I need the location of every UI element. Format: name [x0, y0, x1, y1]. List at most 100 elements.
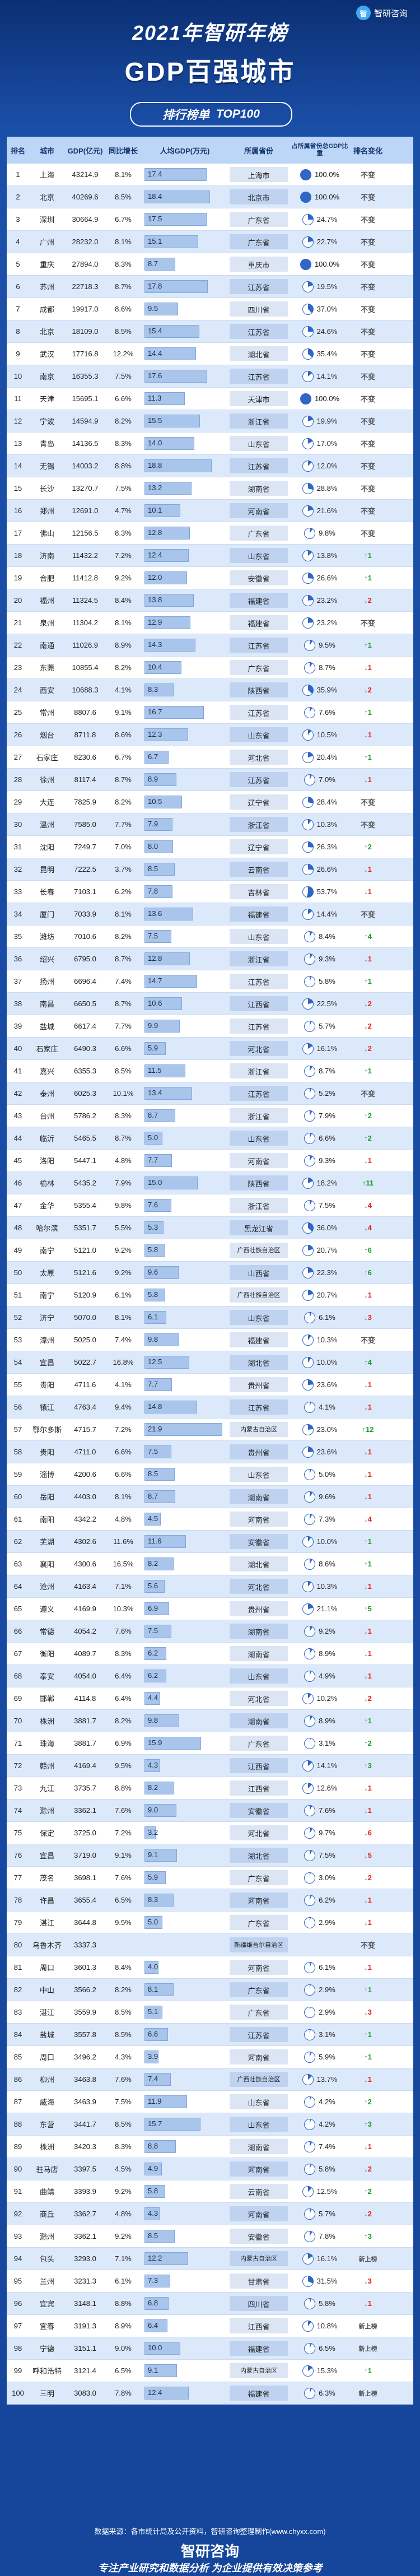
- share-cell: 7.3%: [289, 1513, 351, 1525]
- rank-cell: 20: [13, 596, 22, 605]
- per-capita-cell: 7.8: [141, 881, 228, 903]
- per-capita-value: 14.3: [148, 640, 162, 649]
- share-cell: 2.9%: [289, 2006, 351, 2018]
- share-value: 10.0%: [316, 1358, 338, 1366]
- per-capita-value: 9.1: [148, 2366, 158, 2374]
- per-capita-value: 17.5: [148, 215, 162, 223]
- growth-cell: 8.2%: [115, 1986, 132, 1994]
- province-cell: 江西省: [228, 1777, 289, 1799]
- share-cell: 23.0%: [289, 1424, 351, 1435]
- rank-change-cell: 新上榜: [358, 2390, 377, 2397]
- table-row: 1 上海 43214.9 8.1% 17.4 上海市 100.0% 不变: [7, 164, 413, 186]
- share-cell: 5.8%: [289, 975, 351, 987]
- gdp-cell: 3559.9: [74, 2008, 96, 2016]
- ranking-table: 1 上海 43214.9 8.1% 17.4 上海市 100.0% 不变 2 北京 40269.6 8…: [7, 164, 413, 2405]
- province-cell: 安徽省: [228, 1531, 289, 1552]
- per-capita-cell: 13.6: [141, 903, 228, 925]
- share-value: 35.4%: [316, 350, 338, 358]
- province-cell: 浙江省: [228, 410, 289, 432]
- share-pie: [304, 953, 316, 965]
- province-cell: 江西省: [228, 993, 289, 1015]
- share-cell: 10.2%: [289, 1692, 351, 1704]
- rank-change-cell: ↓1: [364, 663, 372, 672]
- growth-cell: 6.4%: [115, 1694, 132, 1703]
- table-row: 42 泰州 6025.3 10.1% 13.4 江苏省 5.2% 不变: [7, 1082, 413, 1105]
- per-capita-cell: 12.0: [141, 567, 228, 589]
- per-capita-cell: 10.4: [141, 657, 228, 678]
- rank-change-cell: ↓1: [364, 1672, 372, 1680]
- gdp-cell: 7222.5: [74, 865, 96, 873]
- growth-cell: 8.2%: [115, 417, 132, 425]
- per-capita-value: 15.9: [148, 1738, 162, 1747]
- province-name: 云南省: [248, 2188, 270, 2197]
- province-name: 江苏省: [248, 1090, 270, 1099]
- share-pie: [302, 572, 314, 584]
- share-value: 23.6%: [316, 1380, 338, 1389]
- rank-change-cell: ↑11: [362, 1179, 374, 1187]
- rank-cell: 44: [13, 1134, 22, 1142]
- province-cell: 河北省: [228, 1687, 289, 1709]
- gdp-cell: 14594.9: [72, 417, 99, 425]
- city-cell: 长沙: [39, 485, 54, 493]
- table-row: 36 绍兴 6795.0 8.7% 12.8 浙江省 9.3% ↓1: [7, 948, 413, 970]
- share-pie: [304, 1894, 316, 1906]
- per-capita-value: 9.9: [148, 1021, 158, 1030]
- province-name: 江苏省: [248, 978, 270, 987]
- rank-change-cell: ↓1: [364, 2299, 372, 2308]
- province-cell: 贵州省: [228, 1598, 289, 1620]
- per-capita-cell: 6.2: [141, 1665, 228, 1687]
- gdp-cell: 3881.7: [74, 1739, 96, 1747]
- share-cell: 7.6%: [289, 706, 351, 718]
- share-pie: [304, 1984, 316, 1996]
- province-cell: 江苏省: [228, 320, 289, 342]
- gdp-cell: 4169.9: [74, 1605, 96, 1613]
- rank-cell: 40: [13, 1044, 22, 1053]
- per-capita-cell: 7.5: [141, 926, 228, 947]
- per-capita-value: 17.6: [148, 371, 162, 380]
- share-value: 7.6%: [319, 708, 335, 717]
- per-capita-value: 15.1: [148, 237, 162, 245]
- share-pie: [304, 1917, 316, 1928]
- province-cell: 山东省: [228, 1463, 289, 1485]
- gdp-cell: 6696.4: [74, 977, 96, 985]
- per-capita-cell: 7.7: [141, 1150, 228, 1171]
- table-row: 79 湛江 3644.8 9.5% 5.0 广东省 2.9% ↓1: [7, 1912, 413, 1934]
- table-row: 58 贵阳 4711.0 6.6% 7.5 贵州省 23.6% ↓1: [7, 1441, 413, 1463]
- province-cell: 内蒙古自治区: [228, 2360, 289, 2382]
- gdp-cell: 22718.3: [72, 282, 99, 291]
- table-row: 73 九江 3735.7 8.8% 8.2 江西省 12.6% ↓1: [7, 1777, 413, 1800]
- per-capita-value: 14.4: [148, 349, 162, 357]
- rank-change-cell: ↑1: [364, 2053, 372, 2061]
- growth-cell: 7.6%: [115, 1806, 132, 1815]
- gdp-cell: 13270.7: [72, 484, 99, 492]
- province-cell: 广东省: [228, 1912, 289, 1933]
- share-value: 14.1%: [316, 1761, 338, 1770]
- rank-cell: 61: [13, 1515, 22, 1523]
- rank-cell: 32: [13, 865, 22, 873]
- growth-cell: 8.5%: [115, 327, 132, 336]
- share-cell: 22.5%: [289, 998, 351, 1010]
- share-pie: [302, 1760, 314, 1771]
- share-value: 100.0%: [314, 193, 340, 201]
- province-cell: 山东省: [228, 1665, 289, 1687]
- per-capita-cell: 8.3: [141, 1889, 228, 1911]
- ranking-tag-label: 排行榜单: [162, 109, 210, 122]
- province-cell: 广东省: [228, 208, 289, 230]
- city-cell: 嘉兴: [39, 1067, 54, 1076]
- rank-change-cell: ↓1: [364, 1582, 372, 1591]
- gdp-cell: 5070.0: [74, 1313, 96, 1322]
- per-capita-value: 8.2: [148, 1783, 158, 1792]
- province-name: 内蒙古自治区: [240, 2256, 277, 2262]
- gdp-cell: 15695.1: [72, 394, 99, 403]
- per-capita-value: 7.4: [148, 2075, 158, 2083]
- share-pie: [304, 1872, 316, 1884]
- table-row: 61 南阳 4342.2 4.8% 4.5 河南省 7.3% ↓4: [7, 1508, 413, 1531]
- share-cell: 9.3%: [289, 953, 351, 965]
- rank-change-cell: 不变: [360, 395, 375, 403]
- per-capita-value: 7.3: [148, 2276, 158, 2285]
- table-row: 84 盐城 3557.8 8.5% 6.6 江苏省 3.1% ↑1: [7, 2024, 413, 2046]
- city-cell: 北京: [39, 328, 54, 336]
- rank-change-cell: ↑2: [364, 1112, 372, 1120]
- province-cell: 湖南省: [228, 1710, 289, 1732]
- gdp-cell: 4114.8: [74, 1694, 96, 1703]
